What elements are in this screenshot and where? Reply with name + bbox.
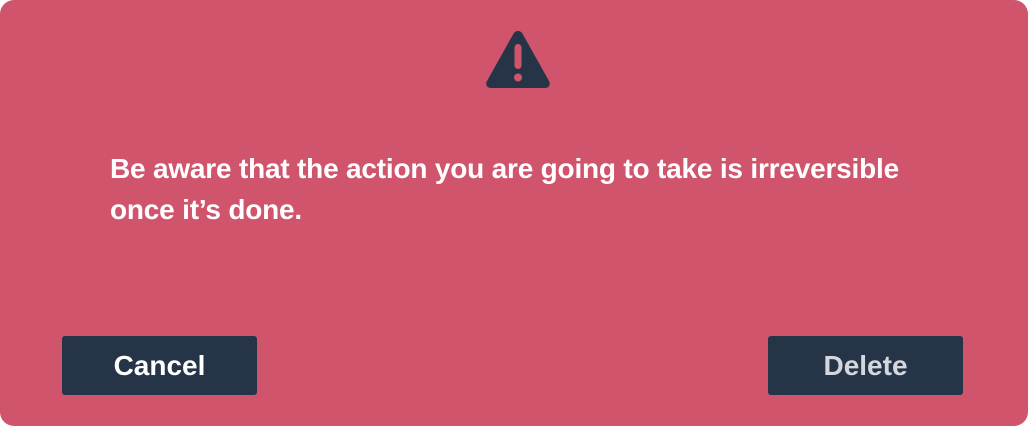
confirmation-dialog: Be aware that the action you are going t…: [0, 0, 1028, 426]
cancel-button-label: Cancel: [113, 349, 206, 381]
delete-button-label: Delete: [823, 349, 908, 381]
warning-triangle-icon: [485, 29, 551, 89]
cancel-button[interactable]: Cancel: [62, 336, 257, 395]
warning-message-line-1: Be aware that the action you are going t…: [110, 153, 899, 184]
warning-message-line-2: once it’s done.: [110, 194, 302, 225]
warning-message: Be aware that the action you are going t…: [110, 148, 940, 230]
delete-button[interactable]: Delete: [768, 336, 963, 395]
